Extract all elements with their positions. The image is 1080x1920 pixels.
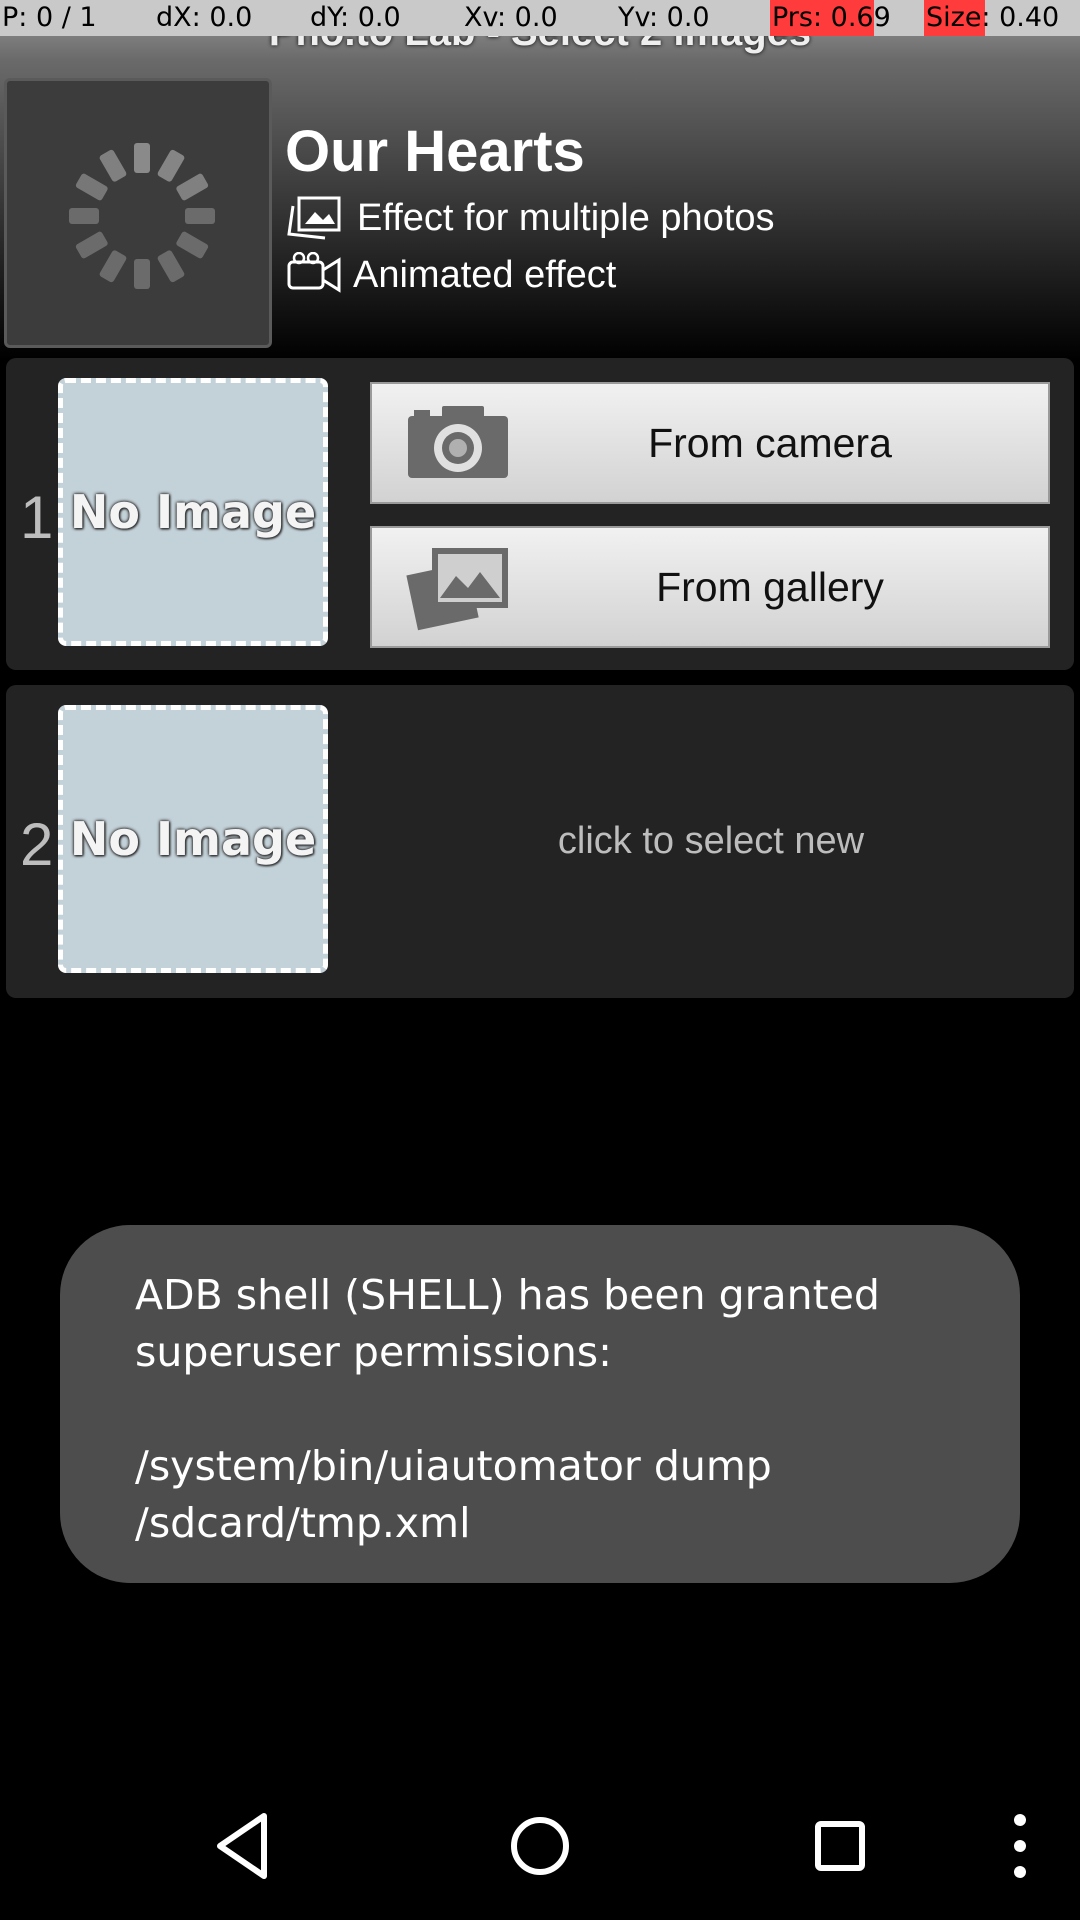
from-gallery-button[interactable]: From gallery — [370, 526, 1050, 648]
from-camera-button[interactable]: From camera — [370, 382, 1050, 504]
pointer-location-bar: P: 0 / 1 dX: 0.0 dY: 0.0 Xv: 0.0 Yv: 0.0… — [0, 0, 1080, 36]
debug-xv: Xv: 0.0 — [464, 2, 558, 33]
select-new-hint[interactable]: click to select new — [336, 820, 1080, 863]
overflow-menu-icon[interactable] — [1000, 1810, 1040, 1882]
back-icon[interactable] — [210, 1810, 274, 1882]
debug-dx: dX: 0.0 — [156, 2, 253, 33]
from-gallery-label: From gallery — [656, 563, 884, 610]
image-placeholder[interactable]: No Image — [58, 378, 328, 646]
image-slot-1: 1 No Image From camera From gallery — [6, 358, 1074, 670]
multi-photo-icon — [287, 196, 341, 240]
debug-size: Size: 0.40 — [924, 0, 1059, 36]
feature-label: Animated effect — [353, 253, 617, 296]
slot-number: 1 — [20, 484, 54, 551]
effect-thumbnail — [4, 78, 272, 348]
effect-header: Pho.to Lab - Select 2 images Our Hearts — [0, 0, 1080, 360]
recents-icon[interactable] — [808, 1810, 872, 1882]
feature-label: Effect for multiple photos — [357, 196, 775, 239]
effect-name: Our Hearts — [285, 119, 585, 184]
slot-number: 2 — [20, 811, 54, 878]
from-camera-label: From camera — [648, 419, 892, 466]
debug-dy: dY: 0.0 — [310, 2, 401, 33]
toast-command: /system/bin/uiautomator dump /sdcard/tmp… — [135, 1442, 772, 1547]
toast-message: ADB shell (SHELL) has been granted super… — [135, 1271, 880, 1376]
feature-animated: Animated effect — [285, 250, 616, 300]
image-slot-2[interactable]: 2 No Image click to select new — [6, 685, 1074, 998]
debug-pointer: P: 0 / 1 — [2, 2, 97, 33]
video-camera-icon — [287, 252, 341, 293]
feature-multiple-photos: Effect for multiple photos — [285, 193, 775, 243]
debug-pressure: Prs: 0.69 — [770, 0, 891, 36]
superuser-toast: ADB shell (SHELL) has been granted super… — [60, 1225, 1020, 1583]
debug-yv: Yv: 0.0 — [618, 2, 710, 33]
loading-spinner-icon — [69, 143, 215, 289]
image-placeholder[interactable]: No Image — [58, 705, 328, 973]
home-icon[interactable] — [508, 1810, 572, 1882]
